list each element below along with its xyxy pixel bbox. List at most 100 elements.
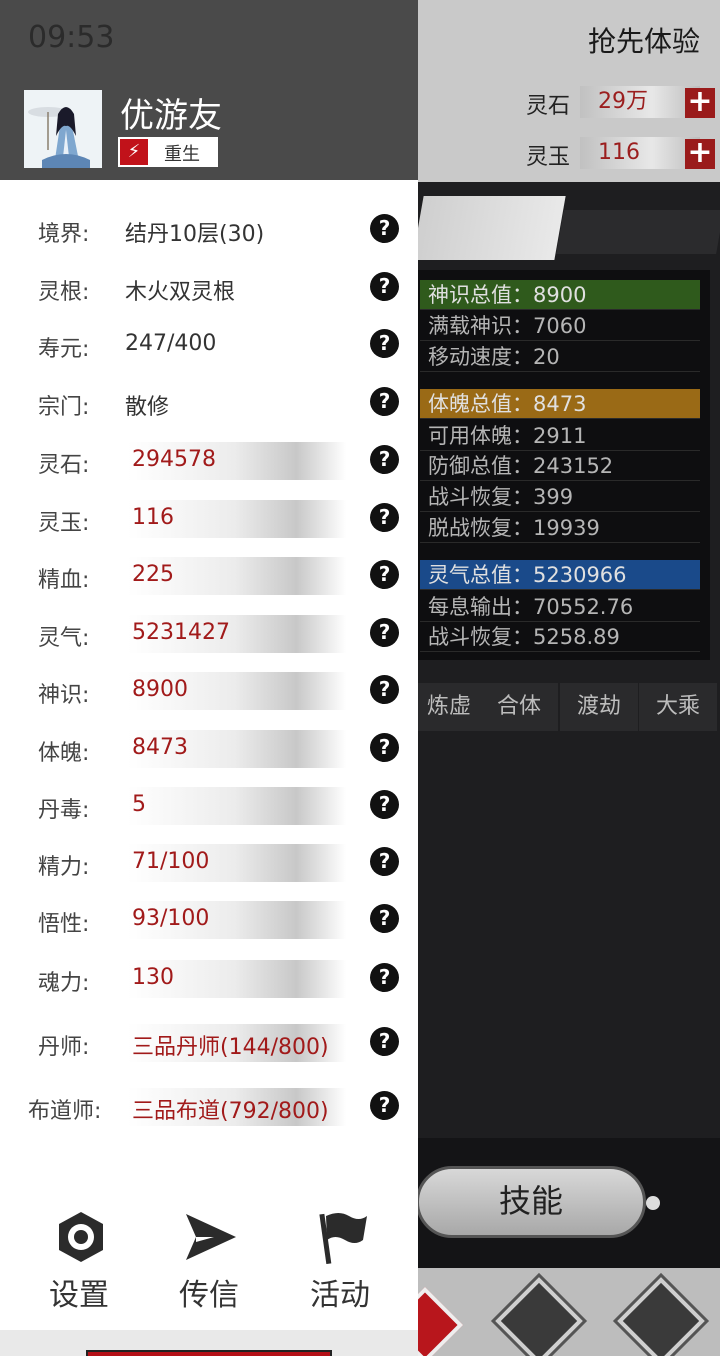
settings-label: 设置 [49,1278,109,1313]
events-label: 活动 [310,1278,370,1313]
attr-label: 精力: [38,855,90,880]
tab-realm-1[interactable]: 炼虚 [410,683,488,731]
help-icon[interactable]: ? [370,560,399,589]
tab-realm-2[interactable]: 合体 [480,683,558,731]
attr-value: 225 [132,562,174,587]
settings-button[interactable]: 设置 [24,1210,134,1313]
attr-row-energy: 精力: 71/100 ? [0,843,418,883]
attr-bar: 8473 [98,730,346,768]
mail-button[interactable]: 传信 [154,1210,264,1313]
stat-line: 战斗恢复：399 [420,482,700,512]
attr-value: 5 [132,792,146,817]
attr-value: 8473 [132,735,188,760]
help-icon[interactable]: ? [370,503,399,532]
attr-label: 体魄: [38,741,90,766]
stat-line: 战斗恢复：5258.89 [420,622,700,652]
stat-head-body: 体魄总值：8473 [420,389,700,419]
rebirth-badge[interactable]: ⚡ 重生 [118,137,218,167]
banner-shadow [556,210,720,254]
flag-icon [319,1213,367,1264]
help-icon[interactable]: ? [370,387,399,416]
attr-bar: 三品布道(792/800) [98,1088,346,1126]
drawer-bottom-strip [0,1330,418,1356]
tab-realm-3[interactable]: 渡劫 [560,683,638,731]
stat-line: 防御总值：243152 [420,451,700,481]
attr-bar: 130 [98,960,346,998]
events-button[interactable]: 活动 [285,1210,395,1313]
attr-label: 布道师: [28,1099,102,1124]
attr-value: 木火双灵根 [125,280,236,305]
attr-value: 247/400 [125,331,217,356]
attr-value: 294578 [132,447,216,472]
attr-label: 精血: [38,568,90,593]
avatar[interactable] [24,90,102,168]
help-icon[interactable]: ? [370,1091,399,1120]
help-icon[interactable]: ? [370,618,399,647]
status-time: 09:53 [28,20,115,55]
help-icon[interactable]: ? [370,214,399,243]
add-spirit-stone-button[interactable]: + [685,87,715,118]
help-icon[interactable]: ? [370,847,399,876]
attr-value: 三品布道(792/800) [132,1099,329,1124]
gear-icon [59,1212,103,1262]
currency-spirit-stone: 灵石 29万 + [520,86,715,120]
add-spirit-jade-button[interactable]: + [685,138,715,169]
bottom-red-button[interactable] [86,1350,332,1356]
attr-row-pill-toxin: 丹毒: 5 ? [0,786,418,826]
help-icon[interactable]: ? [370,963,399,992]
attr-row-lifespan: 寿元: 247/400 ? [0,325,418,365]
help-icon[interactable]: ? [370,733,399,762]
cloud-banner [412,196,566,260]
attr-bar: 225 [98,557,346,595]
currency-value: 116 [580,137,700,169]
attr-row-comprehension: 悟性: 93/100 ? [0,900,418,940]
stat-line: 每息输出：70552.76 [420,592,700,622]
currency-label: 灵玉 [526,145,571,170]
stat-head-qi: 灵气总值：5230966 [420,560,700,590]
attr-row-spirit-stone: 灵石: 294578 ? [0,441,418,481]
help-icon[interactable]: ? [370,1027,399,1056]
help-icon[interactable]: ? [370,329,399,358]
stat-line: 满载神识：7060 [420,311,700,341]
attr-row-qi: 灵气: 5231427 ? [0,614,418,654]
skill-button[interactable]: 技能 [416,1166,646,1238]
tab-realm-4[interactable]: 大乘 [639,683,717,731]
attr-label: 灵根: [38,280,90,305]
attr-row-realm: 境界: 结丹10层(30) ? [0,210,418,250]
currency-spirit-jade: 灵玉 116 + [520,137,715,171]
attr-bar: 5 [98,787,346,825]
attr-row-soul-power: 魂力: 130 ? [0,959,418,999]
attr-bar: 116 [98,500,346,538]
attr-label: 神识: [38,683,90,708]
player-name: 优游友 [120,96,222,136]
attr-value: 散修 [125,395,170,420]
attr-label: 灵气: [38,626,90,651]
attr-value: 5231427 [132,620,230,645]
attr-label: 魂力: [38,971,90,996]
attr-label: 丹师: [38,1035,90,1060]
attr-bar: 71/100 [98,844,346,882]
attr-label: 悟性: [38,912,90,937]
help-icon[interactable]: ? [370,445,399,474]
lightning-icon: ⚡ [120,139,148,165]
attr-value: 116 [132,505,174,530]
skill-indicator [646,1196,660,1210]
attr-bar: 5231427 [98,615,346,653]
early-access-title: 抢先体验 [587,25,700,58]
stat-head-divine-sense: 神识总值：8900 [420,280,700,310]
currency-value: 29万 [580,86,700,118]
attr-label: 丹毒: [38,798,90,823]
attr-row-sect: 宗门: 散修 ? [0,383,418,423]
attr-bar: 三品丹师(144/800) [98,1024,346,1062]
help-icon[interactable]: ? [370,904,399,933]
currency-label: 灵石 [526,94,571,119]
stat-line: 可用体魄：2911 [420,421,700,451]
attr-value: 三品丹师(144/800) [132,1035,329,1060]
mail-label: 传信 [179,1278,239,1313]
help-icon[interactable]: ? [370,790,399,819]
help-icon[interactable]: ? [370,272,399,301]
help-icon[interactable]: ? [370,675,399,704]
attr-label: 寿元: [38,337,90,362]
attr-row-preacher: 布道师: 三品布道(792/800) ? [0,1087,418,1127]
attr-row-body: 体魄: 8473 ? [0,729,418,769]
